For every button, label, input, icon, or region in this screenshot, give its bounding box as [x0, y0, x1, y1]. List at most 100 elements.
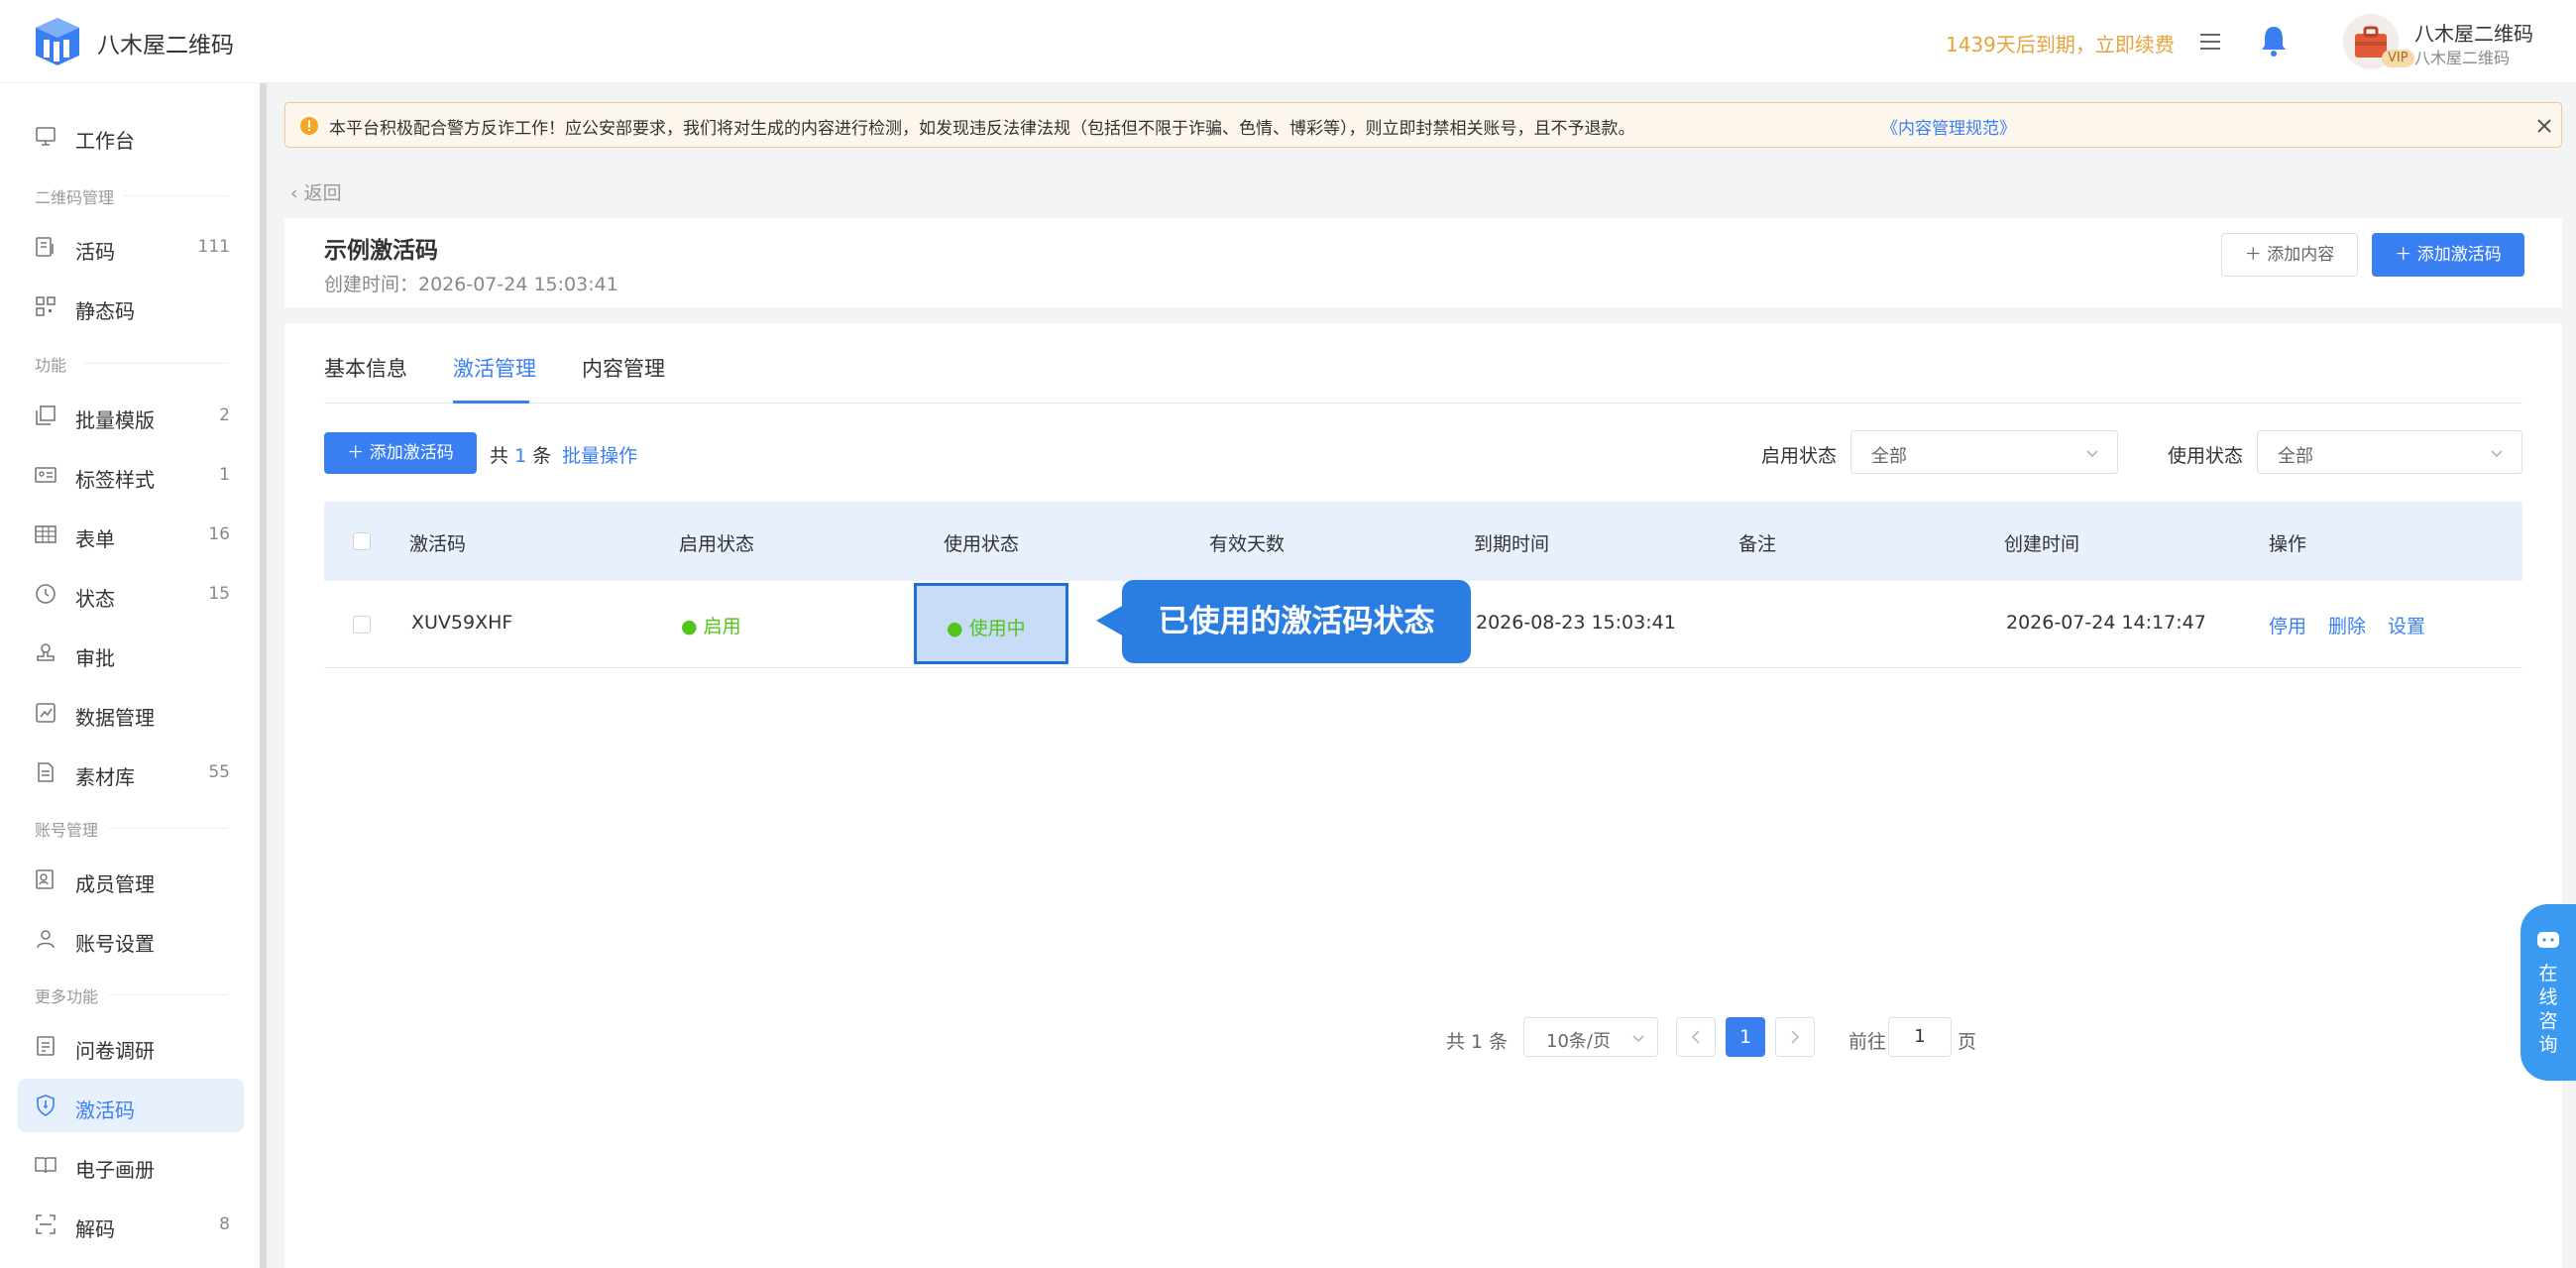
- sidebar-item-status[interactable]: 状态 15: [18, 567, 244, 621]
- qrcode-icon: [36, 296, 56, 316]
- menu-icon[interactable]: [2198, 30, 2222, 54]
- sidebar-item-count: 8: [219, 1214, 230, 1234]
- bell-icon[interactable]: [2258, 24, 2290, 58]
- sidebar-item-account-settings[interactable]: 账号设置: [18, 912, 244, 966]
- app-logo[interactable]: [30, 14, 85, 69]
- tab-activation-manage[interactable]: 激活管理: [453, 353, 536, 383]
- chevron-left-icon: [1691, 1030, 1700, 1044]
- page-1-button[interactable]: 1: [1726, 1017, 1765, 1057]
- tab-basic-info[interactable]: 基本信息: [324, 353, 407, 383]
- header-valid-days: 有效天数: [1209, 533, 1286, 555]
- back-link[interactable]: ‹ 返回: [290, 178, 342, 205]
- disable-button[interactable]: 停用: [2269, 612, 2306, 638]
- sidebar-item-count: 2: [219, 405, 230, 425]
- online-consult-button[interactable]: 在线咨询: [2520, 904, 2576, 1081]
- sidebar-scrollbar[interactable]: [260, 83, 267, 1268]
- vip-badge: VIP: [2382, 50, 2414, 67]
- sidebar-item-label: 工作台: [75, 129, 135, 153]
- sidebar-item-label: 账号设置: [75, 932, 155, 956]
- sidebar-item-label: 标签样式: [75, 468, 155, 492]
- header-expire-time: 到期时间: [1474, 533, 1550, 555]
- table-header: 激活码 启用状态 使用状态 有效天数 到期时间 备注 创建时间 操作: [324, 502, 2522, 581]
- sidebar-item-e-album[interactable]: 电子画册: [18, 1138, 244, 1192]
- sidebar-item-label-style[interactable]: 标签样式 1: [18, 448, 244, 502]
- stamp-icon: [37, 643, 55, 661]
- sidebar-item-form[interactable]: 表单 16: [18, 508, 244, 561]
- row-checkbox[interactable]: [353, 616, 371, 634]
- prev-page-button[interactable]: [1676, 1017, 1716, 1057]
- template-icon: [36, 405, 56, 425]
- sidebar-item-batch-template[interactable]: 批量模版 2: [18, 389, 244, 442]
- close-icon[interactable]: [2535, 117, 2553, 135]
- sidebar-item-material[interactable]: 素材库 55: [18, 746, 244, 799]
- enable-status-select[interactable]: 全部: [1850, 430, 2118, 474]
- sidebar-item-label: 成员管理: [75, 872, 155, 896]
- tab-content-manage[interactable]: 内容管理: [582, 353, 665, 383]
- enable-status-label: 启用状态: [1761, 445, 1838, 467]
- add-content-button[interactable]: ＋ 添加内容: [2221, 233, 2358, 277]
- created-time: 创建时间：2026-07-24 15:03:41: [324, 274, 618, 295]
- content-policy-link[interactable]: 《内容管理规范》: [1881, 114, 2016, 139]
- annotation-callout: 已使用的激活码状态: [1122, 580, 1471, 663]
- header-remark: 备注: [1738, 533, 1777, 555]
- sidebar-item-decode[interactable]: 解码 8: [18, 1198, 244, 1251]
- header-use-status: 使用状态: [944, 533, 1020, 555]
- add-code-label: 添加激活码: [2416, 245, 2502, 265]
- sidebar-item-data-manage[interactable]: 数据管理: [18, 686, 244, 740]
- section-qr-manage: 二维码管理: [35, 188, 115, 207]
- sidebar-item-count: 111: [197, 237, 230, 257]
- renew-link[interactable]: 1439天后到期，立即续费: [1946, 29, 2175, 58]
- code-info-card: 示例激活码 创建时间：2026-07-24 15:03:41 ＋ 添加内容 ＋ …: [284, 218, 2562, 307]
- cell-created-time: 2026-07-24 14:17:47: [2006, 612, 2206, 634]
- table-icon: [35, 525, 56, 543]
- page-title: 示例激活码: [324, 238, 438, 264]
- enable-status-value: 全部: [1871, 446, 1907, 467]
- page-size-select[interactable]: 10条/页: [1523, 1017, 1658, 1057]
- section-more: 更多功能: [35, 987, 99, 1006]
- next-page-button[interactable]: [1775, 1017, 1815, 1057]
- pager-page-label: 页: [1958, 1031, 1977, 1053]
- select-all-checkbox[interactable]: [353, 532, 371, 550]
- notice-banner: 本平台积极配合警方反诈工作！应公安部要求，我们将对生成的内容进行检测，如发现违反…: [284, 102, 2562, 148]
- use-status-highlight: ● 使用中: [914, 583, 1068, 664]
- section-features: 功能: [35, 356, 67, 375]
- add-code-button[interactable]: ＋ 添加激活码: [324, 432, 477, 474]
- header-created-time: 创建时间: [2004, 533, 2080, 555]
- pager-total: 共 1 条: [1446, 1031, 1509, 1053]
- use-status-select[interactable]: 全部: [2257, 430, 2522, 474]
- sidebar-item-label: 审批: [75, 646, 115, 670]
- sidebar-item-workbench[interactable]: 工作台: [18, 109, 244, 163]
- app-name: 八木屋二维码: [97, 33, 234, 58]
- chevron-down-icon: [2086, 450, 2098, 458]
- sidebar-item-live-code[interactable]: 活码 111: [18, 220, 244, 274]
- section-divider: [84, 363, 228, 364]
- tab-active-indicator: [453, 401, 529, 403]
- sidebar-item-approval[interactable]: 审批: [18, 627, 244, 680]
- sidebar-item-label: 静态码: [75, 299, 135, 323]
- scan-icon: [36, 1214, 56, 1234]
- user-name[interactable]: 八木屋二维码: [2414, 18, 2533, 47]
- batch-operation-link[interactable]: 批量操作: [562, 441, 637, 468]
- add-content-label: 添加内容: [2267, 245, 2335, 265]
- section-account: 账号管理: [35, 821, 99, 840]
- section-divider: [124, 195, 228, 196]
- add-activation-code-button[interactable]: ＋ 添加激活码: [2372, 233, 2524, 277]
- sidebar-item-survey[interactable]: 问卷调研: [18, 1019, 244, 1073]
- header-enable-status: 启用状态: [679, 533, 755, 555]
- label-icon: [35, 467, 56, 483]
- cell-code: XUV59XHF: [411, 612, 513, 634]
- delete-button[interactable]: 删除: [2328, 612, 2366, 638]
- section-divider: [109, 828, 228, 829]
- main-card: 基本信息 激活管理 内容管理 ＋ 添加激活码 共 1 条 批量操作 启用状态 全…: [284, 323, 2562, 1268]
- sidebar-item-members[interactable]: 成员管理: [18, 853, 244, 906]
- total-count: 共 1 条: [490, 441, 551, 468]
- sidebar-item-activation-code[interactable]: 激活码: [18, 1079, 244, 1132]
- sidebar-item-label: 状态: [75, 587, 115, 611]
- total-number: 1: [514, 445, 527, 467]
- chevron-down-icon: [1632, 1035, 1644, 1043]
- sidebar-item-static-code[interactable]: 静态码: [18, 280, 244, 333]
- settings-button[interactable]: 设置: [2388, 612, 2425, 638]
- user-subtitle: 八木屋二维码: [2414, 49, 2511, 67]
- page-jump-input[interactable]: 1: [1888, 1017, 1952, 1057]
- sidebar-item-label: 解码: [75, 1217, 115, 1241]
